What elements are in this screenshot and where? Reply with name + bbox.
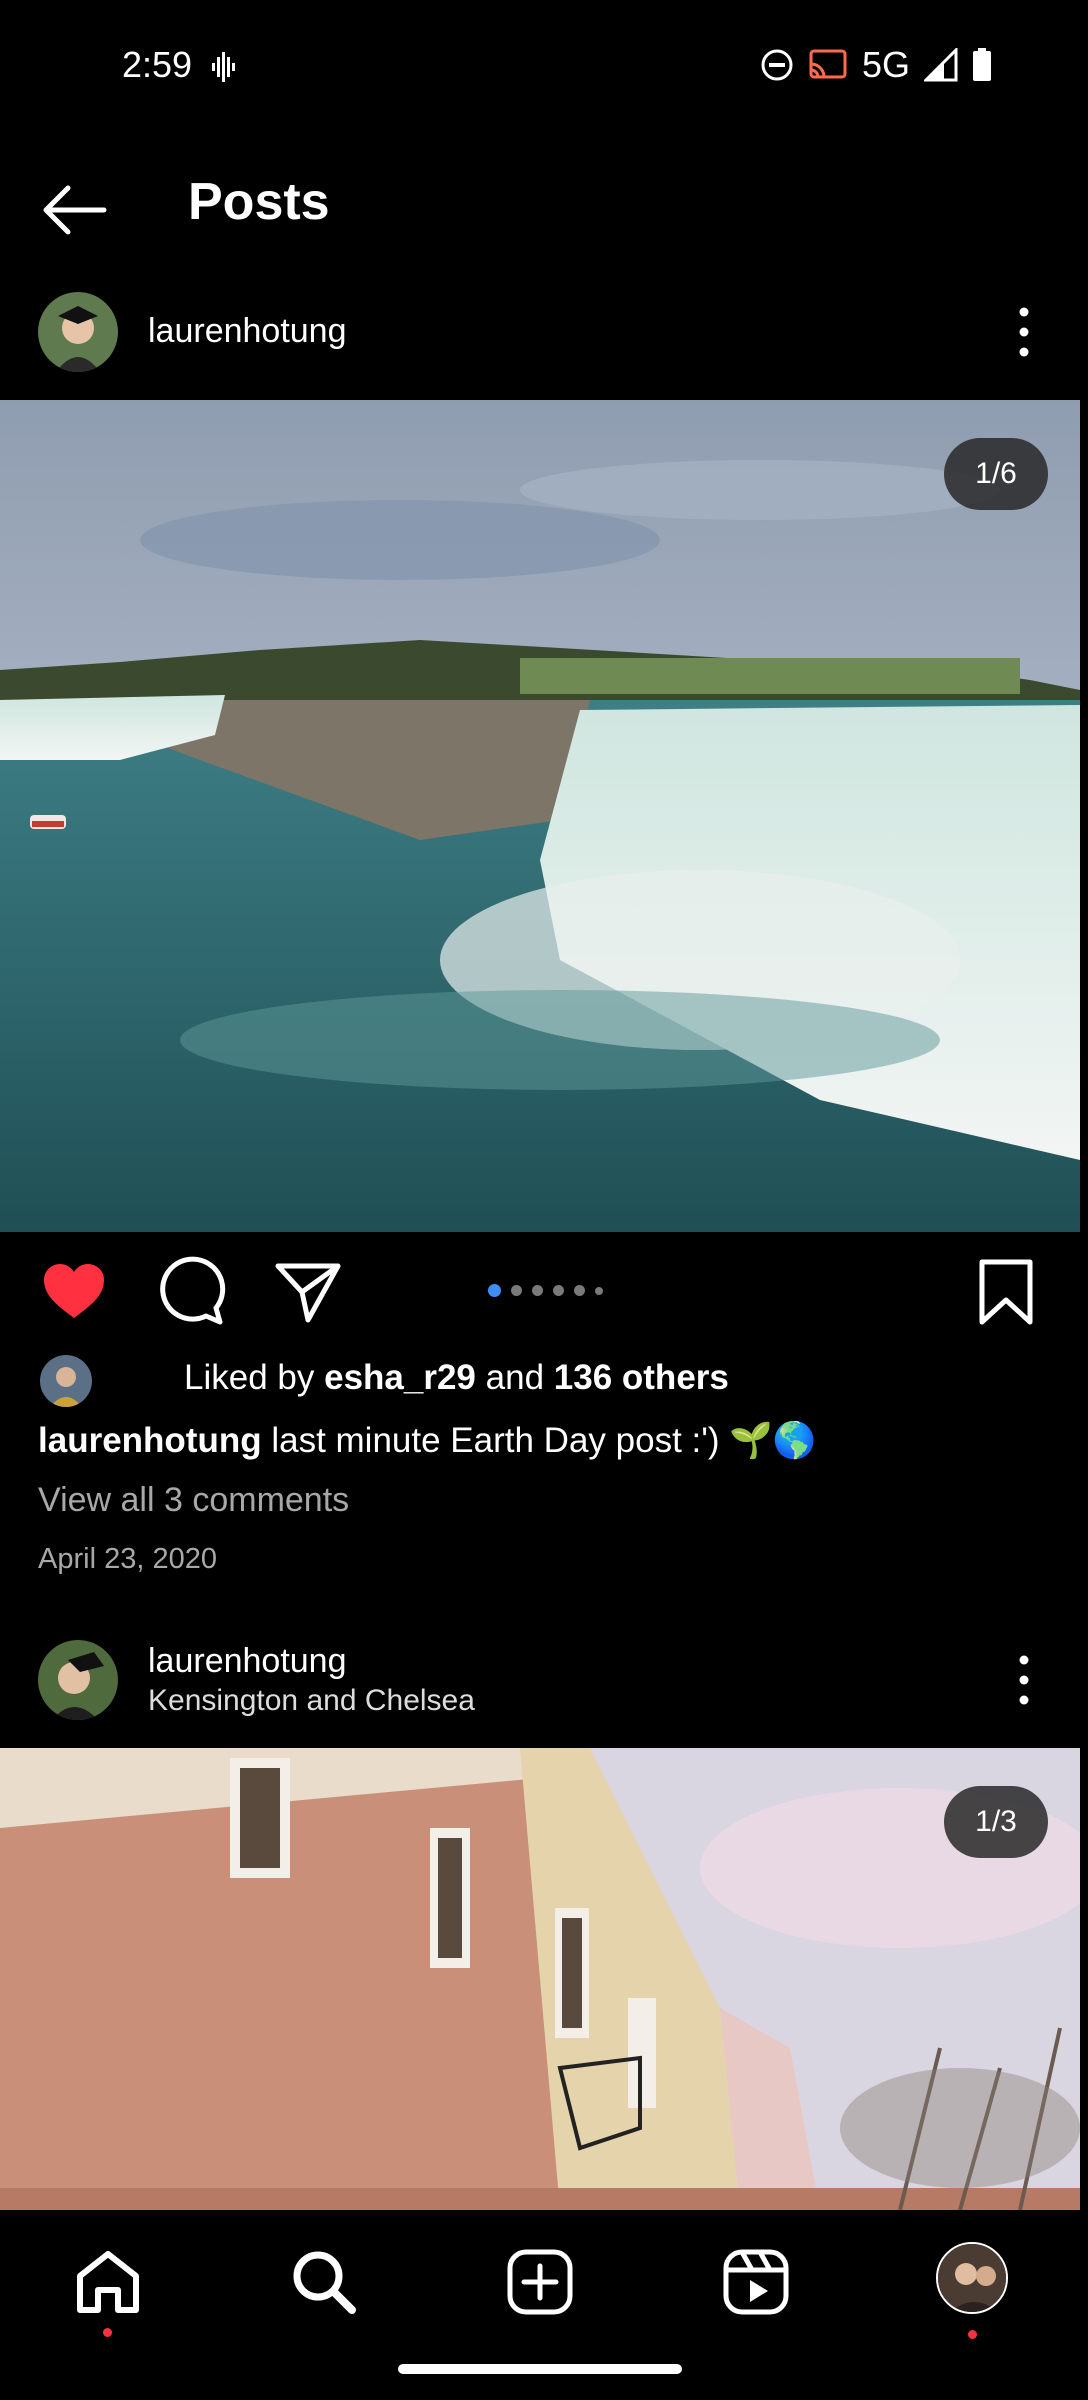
home-icon[interactable] xyxy=(72,2246,144,2318)
send-icon[interactable] xyxy=(272,1256,344,1328)
post2-location[interactable]: Kensington and Chelsea xyxy=(148,1684,475,1718)
caption-text: last minute Earth Day post :') 🌱🌎 xyxy=(271,1421,817,1460)
likes-and: and xyxy=(485,1358,545,1397)
post-caption: laurenhotung last minute Earth Day post … xyxy=(38,1420,816,1461)
carousel-dot xyxy=(511,1285,522,1296)
image-counter-badge: 1/3 xyxy=(944,1786,1048,1858)
cast-icon xyxy=(809,49,847,79)
carousel-dot xyxy=(553,1285,564,1296)
page-title: Posts xyxy=(188,173,330,231)
view-comments-link[interactable]: View all 3 comments xyxy=(38,1481,349,1520)
status-time: 2:59 xyxy=(122,44,193,85)
heart-icon[interactable] xyxy=(38,1256,110,1328)
search-icon[interactable] xyxy=(288,2246,360,2318)
more-vert-icon[interactable] xyxy=(1004,302,1044,362)
do-not-disturb-icon xyxy=(761,49,793,81)
comment-icon[interactable] xyxy=(156,1256,228,1328)
post-date: April 23, 2020 xyxy=(38,1543,217,1575)
status-icons: 5G xyxy=(760,44,992,86)
battery-icon xyxy=(973,48,991,81)
post2-image[interactable] xyxy=(0,1748,1080,2210)
more-vert-icon[interactable] xyxy=(1004,1650,1044,1710)
liker-avatar[interactable] xyxy=(40,1355,92,1407)
back-arrow-icon[interactable] xyxy=(38,180,108,240)
post-image[interactable] xyxy=(0,400,1080,1232)
likes-others[interactable]: 136 others xyxy=(554,1358,729,1397)
post-username[interactable]: laurenhotung xyxy=(148,312,347,351)
likes-prefix: Liked by xyxy=(184,1358,315,1397)
bookmark-icon[interactable] xyxy=(970,1256,1042,1328)
add-post-icon[interactable] xyxy=(504,2246,576,2318)
reels-icon[interactable] xyxy=(720,2246,792,2318)
gesture-home-bar[interactable] xyxy=(398,2364,682,2374)
bottom-nav xyxy=(0,2210,1088,2340)
carousel-dot xyxy=(574,1285,585,1296)
post2-username[interactable]: laurenhotung xyxy=(148,1642,347,1681)
profile-notification-dot xyxy=(968,2330,977,2339)
image-counter-badge: 1/6 xyxy=(944,438,1048,510)
network-type: 5G xyxy=(861,44,910,85)
liker-username[interactable]: esha_r29 xyxy=(324,1358,476,1397)
post2-avatar[interactable] xyxy=(38,1640,118,1720)
carousel-dot xyxy=(595,1286,603,1295)
voice-activity-icon xyxy=(212,52,235,82)
home-notification-dot xyxy=(103,2328,112,2337)
caption-username[interactable]: laurenhotung xyxy=(38,1421,262,1460)
signal-icon xyxy=(924,48,958,82)
post-avatar[interactable] xyxy=(38,292,118,372)
carousel-dot xyxy=(532,1285,543,1296)
carousel-dot-active xyxy=(488,1284,501,1297)
carousel-indicator xyxy=(488,1284,603,1297)
likes-text[interactable]: Liked by esha_r29 and 136 others xyxy=(184,1358,729,1398)
profile-tab-avatar[interactable] xyxy=(936,2242,1008,2314)
